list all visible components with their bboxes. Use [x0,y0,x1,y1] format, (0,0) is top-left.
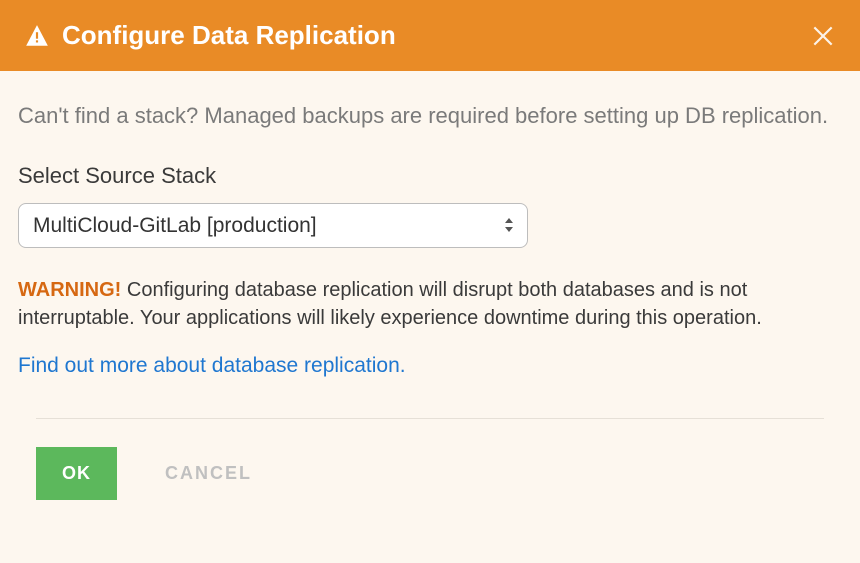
modal-header-left: Configure Data Replication [24,20,396,51]
warning-label: WARNING! [18,279,121,301]
warning-message: WARNING! Configuring database replicatio… [18,276,842,332]
source-stack-select-wrapper: MultiCloud-GitLab [production] [18,203,528,248]
source-stack-select[interactable]: MultiCloud-GitLab [production] [18,203,528,248]
source-stack-label: Select Source Stack [18,163,842,189]
ok-button[interactable]: OK [36,447,117,500]
modal-footer: OK CANCEL [36,418,824,500]
warning-triangle-icon [24,23,50,49]
warning-body-text: Configuring database replication will di… [18,279,762,329]
configure-replication-modal: Configure Data Replication Can't find a … [0,0,860,563]
modal-body: Can't find a stack? Managed backups are … [0,71,860,563]
modal-header: Configure Data Replication [0,0,860,71]
cancel-button[interactable]: CANCEL [165,463,252,484]
close-icon[interactable] [810,23,836,49]
help-text: Can't find a stack? Managed backups are … [18,101,842,131]
learn-more-link[interactable]: Find out more about database replication… [18,354,406,378]
modal-title: Configure Data Replication [62,20,396,51]
